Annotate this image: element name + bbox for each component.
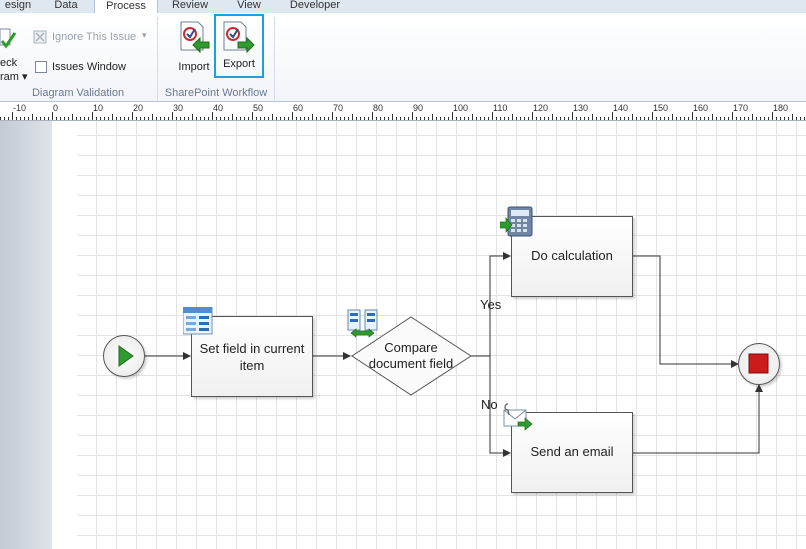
- start-shape[interactable]: [103, 335, 145, 377]
- play-icon: [118, 345, 134, 367]
- connectors: [145, 252, 763, 457]
- yes-label: Yes: [480, 297, 502, 312]
- connector-calc-to-end: [632, 255, 739, 368]
- connector-email-to-end: [632, 384, 763, 454]
- compare-columns-icon: [347, 309, 378, 338]
- compare-label: Compare document field: [368, 340, 454, 371]
- no-label: No: [481, 397, 498, 412]
- set-field-label: Set field in current item: [199, 340, 305, 373]
- stop-icon: [748, 353, 769, 374]
- send-email-label: Send an email: [530, 444, 614, 459]
- table-icon: [183, 307, 213, 335]
- do-calculation-label: Do calculation: [531, 248, 613, 263]
- email-icon: [503, 403, 533, 431]
- calculator-icon: [500, 206, 533, 237]
- end-shape[interactable]: [738, 343, 780, 385]
